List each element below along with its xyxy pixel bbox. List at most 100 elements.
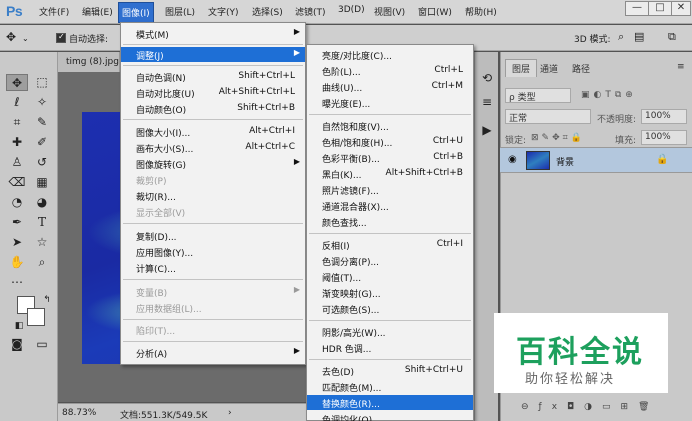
menu-item-replace-color[interactable]: 替换颜色(R)... xyxy=(307,395,473,410)
layer-row-background[interactable]: ◉ 背景 🔒 xyxy=(500,147,692,173)
menu-item-canvas-size[interactable]: 画布大小(S)... Alt+Ctrl+C xyxy=(121,140,305,155)
menu-edit[interactable]: 编辑(E) xyxy=(82,5,113,18)
history-panel-icon[interactable]: ⟲ xyxy=(476,70,498,87)
menu-item-mode[interactable]: 模式(M) ▶ xyxy=(121,26,305,41)
swap-colors-icon[interactable]: ↰ xyxy=(36,292,58,309)
opacity-field[interactable]: 100% xyxy=(641,109,687,124)
marquee-tool-icon[interactable]: ⬚ xyxy=(31,74,53,91)
menu-item-gradient-map[interactable]: 渐变映射(G)... xyxy=(307,285,473,300)
move-tool-icon[interactable]: ✥ xyxy=(6,30,16,44)
menu-item-apply-image[interactable]: 应用图像(Y)... xyxy=(121,244,305,259)
blend-mode-dropdown[interactable]: 正常 xyxy=(505,109,591,124)
menu-item-threshold[interactable]: 阈值(T)... xyxy=(307,269,473,284)
menu-image[interactable]: 图像(I) xyxy=(118,2,154,23)
lock-icon[interactable]: 🔒 xyxy=(656,154,668,165)
menu-item-hdr-toning[interactable]: HDR 色调... xyxy=(307,340,473,355)
blur-tool-icon[interactable]: ◔ xyxy=(6,194,28,211)
menu-item-auto-contrast[interactable]: 自动对比度(U) Alt+Shift+Ctrl+L xyxy=(121,85,305,100)
history-brush-icon[interactable]: ↺ xyxy=(31,154,53,171)
stamp-tool-icon[interactable]: ♙ xyxy=(6,154,28,171)
fill-field[interactable]: 100% xyxy=(641,130,687,145)
menu-item-duplicate[interactable]: 复制(D)... xyxy=(121,228,305,243)
menu-item-equalize[interactable]: 色调均化(Q) xyxy=(307,411,473,421)
menu-item-vibrance[interactable]: 自然饱和度(V)... xyxy=(307,118,473,133)
layer-filter-dropdown[interactable]: ρ 类型 xyxy=(505,88,571,103)
menu-item-brightness-contrast[interactable]: 亮度/对比度(C)... xyxy=(307,47,473,62)
hand-tool-icon[interactable]: ✋ xyxy=(6,254,28,271)
healing-brush-icon[interactable]: ✚ xyxy=(6,134,28,151)
tab-paths[interactable]: 路径 xyxy=(572,62,590,75)
close-button[interactable]: ✕ xyxy=(671,1,691,16)
menu-item-black-white[interactable]: 黑白(K)... Alt+Shift+Ctrl+B xyxy=(307,166,473,181)
menu-item-color-balance[interactable]: 色彩平衡(B)... Ctrl+B xyxy=(307,150,473,165)
menu-window[interactable]: 窗口(W) xyxy=(418,5,452,18)
eraser-tool-icon[interactable]: ⌫ xyxy=(6,174,28,191)
chevron-right-icon[interactable]: › xyxy=(228,408,232,418)
properties-panel-icon[interactable]: ≡ xyxy=(476,94,498,111)
menu-item-curves[interactable]: 曲线(U)... Ctrl+M xyxy=(307,79,473,94)
menu-3d[interactable]: 3D(D) xyxy=(338,5,365,15)
menu-item-calculations[interactable]: 计算(C)... xyxy=(121,260,305,275)
actions-panel-icon[interactable]: ▶ xyxy=(476,122,498,139)
gradient-tool-icon[interactable]: ▦ xyxy=(31,174,53,191)
layer-name[interactable]: 背景 xyxy=(556,155,574,168)
type-tool-icon[interactable]: T xyxy=(31,214,53,231)
menu-item-hue-saturation[interactable]: 色相/饱和度(H)... Ctrl+U xyxy=(307,134,473,149)
menu-select[interactable]: 选择(S) xyxy=(252,5,283,18)
menu-item-match-color[interactable]: 匹配颜色(M)... xyxy=(307,379,473,394)
menu-item-photo-filter[interactable]: 照片滤镜(F)... xyxy=(307,182,473,197)
zoom-tool-icon[interactable]: ⌕ xyxy=(31,254,53,271)
tab-channels[interactable]: 通道 xyxy=(540,62,558,75)
default-colors-icon[interactable]: ◧ xyxy=(8,318,30,335)
menu-item-image-size[interactable]: 图像大小(I)... Alt+Ctrl+I xyxy=(121,124,305,139)
menu-help[interactable]: 帮助(H) xyxy=(465,5,497,18)
menu-layer[interactable]: 图层(L) xyxy=(165,5,195,18)
menu-item-desaturate[interactable]: 去色(D) Shift+Ctrl+U xyxy=(307,363,473,378)
restore-button[interactable]: □ xyxy=(648,1,672,16)
layer-footer-icons[interactable]: ⊖ƒx◘◑▭⊞🗑 xyxy=(521,402,659,412)
menu-item-selective-color[interactable]: 可选颜色(S)... xyxy=(307,301,473,316)
auto-select-checkbox[interactable]: 自动选择: xyxy=(56,32,108,45)
menu-filter[interactable]: 滤镜(T) xyxy=(295,5,326,18)
menu-item-channel-mixer[interactable]: 通道混合器(X)... xyxy=(307,198,473,213)
menu-item-trim[interactable]: 裁切(R)... xyxy=(121,188,305,203)
search-icon[interactable]: ⌕ xyxy=(618,30,624,44)
tab-layers[interactable]: 图层 xyxy=(505,59,538,77)
quick-mask-icon[interactable]: ◙ xyxy=(6,336,28,353)
menu-item-auto-tone[interactable]: 自动色调(N) Shift+Ctrl+L xyxy=(121,69,305,84)
document-tab[interactable]: timg (8).jpg xyxy=(58,52,120,72)
share-icon[interactable]: ⧉ xyxy=(668,30,676,44)
screen-mode-icon[interactable]: ▭ xyxy=(31,336,53,353)
move-tool-icon[interactable]: ✥ xyxy=(6,74,28,91)
menu-item-shadows-highlights[interactable]: 阴影/高光(W)... xyxy=(307,324,473,339)
menu-view[interactable]: 视图(V) xyxy=(374,5,405,18)
menu-item-auto-color[interactable]: 自动颜色(O) Shift+Ctrl+B xyxy=(121,101,305,116)
panel-menu-icon[interactable]: ≡ xyxy=(677,62,685,72)
more-tools-icon[interactable]: ⋯ xyxy=(6,274,28,291)
lock-icons[interactable]: ⊠✎✥⌗🔒 xyxy=(531,133,585,143)
brush-tool-icon[interactable]: ✐ xyxy=(31,134,53,151)
eyedropper-icon[interactable]: ✎ xyxy=(31,114,53,131)
menu-item-invert[interactable]: 反相(I) Ctrl+I xyxy=(307,237,473,252)
chevron-down-icon[interactable]: ⌄ xyxy=(22,34,29,43)
menu-item-color-lookup[interactable]: 颜色查找... xyxy=(307,214,473,229)
workspace-icon[interactable]: ▤ xyxy=(634,30,644,43)
magic-wand-icon[interactable]: ✧ xyxy=(31,94,53,111)
menu-type[interactable]: 文字(Y) xyxy=(208,5,239,18)
menu-item-posterize[interactable]: 色调分离(P)... xyxy=(307,253,473,268)
minimize-button[interactable]: — xyxy=(625,1,649,16)
shape-tool-icon[interactable]: ☆ xyxy=(31,234,53,251)
path-select-icon[interactable]: ➤ xyxy=(6,234,28,251)
document-info[interactable]: 文档:551.3K/549.5K xyxy=(120,408,207,421)
menu-item-exposure[interactable]: 曝光度(E)... xyxy=(307,95,473,110)
menu-item-analysis[interactable]: 分析(A) ▶ xyxy=(121,345,305,360)
menu-file[interactable]: 文件(F) xyxy=(39,5,69,18)
eye-icon[interactable]: ◉ xyxy=(508,154,517,165)
lasso-tool-icon[interactable]: ℓ xyxy=(6,94,28,111)
dodge-tool-icon[interactable]: ◕ xyxy=(31,194,53,211)
crop-tool-icon[interactable]: ⌗ xyxy=(6,114,28,131)
menu-item-levels[interactable]: 色阶(L)... Ctrl+L xyxy=(307,63,473,78)
menu-item-image-rotation[interactable]: 图像旋转(G) ▶ xyxy=(121,156,305,171)
menu-item-adjustments[interactable]: 调整(J) ▶ xyxy=(121,47,305,62)
pen-tool-icon[interactable]: ✒ xyxy=(6,214,28,231)
